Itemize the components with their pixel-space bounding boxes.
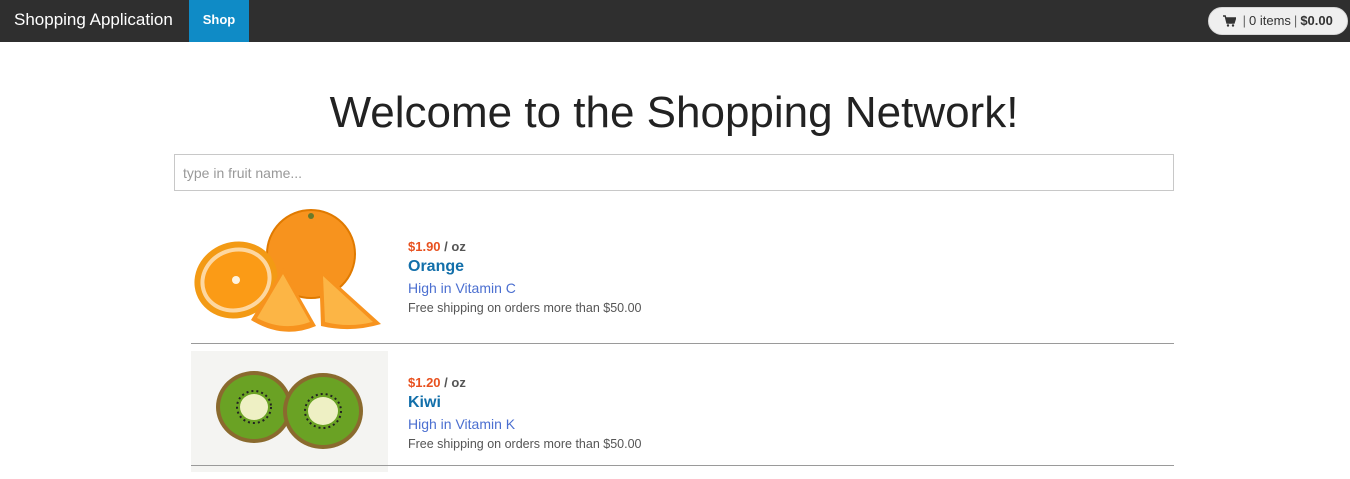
orange-image bbox=[191, 208, 388, 343]
product-price: $1.20 / oz bbox=[408, 375, 466, 390]
product-name-link[interactable]: Kiwi bbox=[408, 392, 641, 414]
cart-separator: | bbox=[1242, 13, 1247, 28]
shipping-note: Free shipping on orders more than $50.00 bbox=[408, 301, 642, 315]
shipping-note: Free shipping on orders more than $50.00 bbox=[408, 437, 642, 451]
page-title: Welcome to the Shopping Network! bbox=[329, 88, 1019, 137]
kiwi-image bbox=[191, 351, 388, 472]
product-info: $1.90 / oz Orange High in Vitamin C Free… bbox=[408, 239, 641, 318]
search-input[interactable] bbox=[174, 154, 1174, 191]
divider bbox=[191, 465, 1174, 466]
product-description: High in Vitamin K bbox=[408, 416, 516, 432]
product-info: $1.20 / oz Kiwi High in Vitamin K Free s… bbox=[408, 375, 641, 454]
top-navbar: Shopping Application Shop | 0 items | $0.00 bbox=[0, 0, 1350, 42]
cart-item-count: 0 items bbox=[1249, 13, 1291, 28]
product-price: $1.90 / oz bbox=[408, 239, 466, 254]
cart-separator: | bbox=[1293, 13, 1298, 28]
cart-button[interactable]: | 0 items | $0.00 bbox=[1208, 7, 1348, 35]
product-item-kiwi: $1.20 / oz Kiwi High in Vitamin K Free s… bbox=[191, 344, 1174, 479]
product-name-link[interactable]: Orange bbox=[408, 256, 641, 278]
brand-link[interactable]: Shopping Application bbox=[14, 0, 173, 42]
product-description: High in Vitamin C bbox=[408, 280, 516, 296]
product-item-orange: $1.90 / oz Orange High in Vitamin C Free… bbox=[191, 208, 1174, 343]
cart-total: $0.00 bbox=[1300, 13, 1333, 28]
shopping-cart-icon bbox=[1223, 15, 1237, 27]
tab-shop[interactable]: Shop bbox=[189, 0, 249, 42]
